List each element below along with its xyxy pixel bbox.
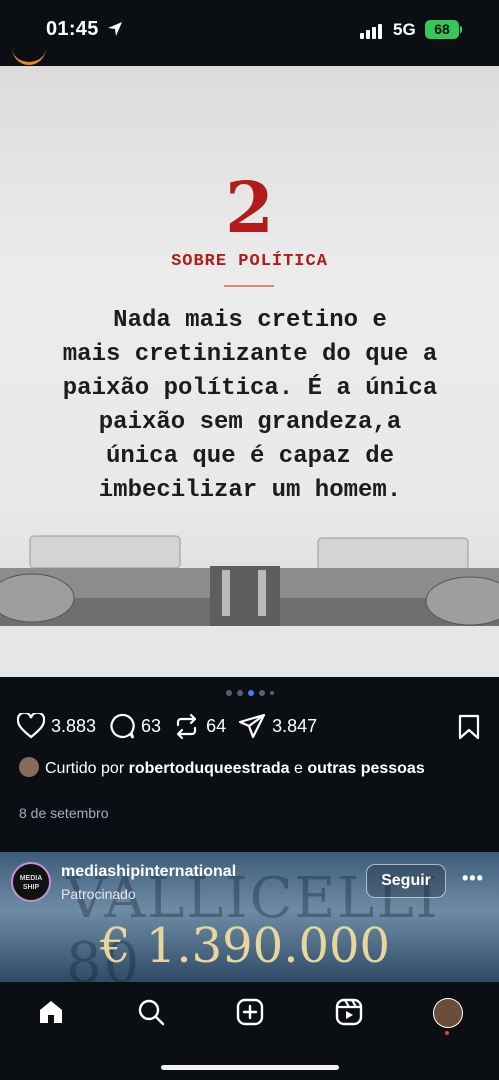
share-button[interactable]: 3.847 bbox=[238, 713, 317, 740]
liked-by-prefix: Curtido por bbox=[45, 760, 125, 777]
heart-icon bbox=[17, 713, 45, 739]
quote-line: mais cretinizante do que a bbox=[62, 341, 438, 368]
home-icon[interactable] bbox=[37, 998, 65, 1026]
battery-level: 68 bbox=[434, 21, 450, 37]
comment-button[interactable]: 63 bbox=[108, 713, 161, 740]
ad-account-avatar[interactable]: MEDIA SHIP bbox=[11, 862, 51, 902]
carousel-dot bbox=[269, 691, 274, 695]
repost-button[interactable]: 64 bbox=[173, 713, 226, 740]
battery-tip bbox=[460, 26, 462, 33]
divider bbox=[224, 285, 274, 287]
post-actions: 3.883 63 64 3.847 bbox=[17, 712, 329, 740]
reels-icon[interactable] bbox=[335, 998, 363, 1026]
share-count: 3.847 bbox=[272, 715, 318, 736]
quote-text: Nada mais cretino e mais cretinizante do… bbox=[30, 304, 470, 508]
carousel-dot bbox=[236, 690, 243, 696]
sponsored-label: Patrocinado bbox=[61, 886, 136, 902]
quote-line: paixão política. É a única bbox=[62, 375, 438, 402]
quote-number: 2 bbox=[225, 166, 274, 249]
more-options-icon[interactable]: ••• bbox=[462, 868, 484, 889]
bookmark-icon[interactable] bbox=[457, 714, 481, 740]
post-date: 8 de setembro bbox=[19, 805, 109, 821]
quote-topic: SOBRE POLÍTICA bbox=[171, 252, 328, 271]
profile-avatar[interactable] bbox=[433, 998, 463, 1028]
carousel-indicator bbox=[0, 690, 499, 696]
like-count: 3.883 bbox=[51, 715, 97, 736]
carousel-dot-active bbox=[247, 690, 254, 696]
status-bar: 01:45 5G 68 bbox=[0, 0, 499, 65]
comment-count: 63 bbox=[141, 715, 162, 736]
home-indicator[interactable] bbox=[161, 1065, 339, 1070]
ad-price: € 1.390.000 bbox=[100, 918, 391, 974]
location-arrow-icon bbox=[108, 22, 122, 36]
status-time: 01:45 bbox=[46, 18, 99, 40]
repost-count: 64 bbox=[206, 715, 227, 736]
liked-by-connector: e bbox=[293, 760, 303, 777]
battery-icon: 68 bbox=[425, 20, 459, 39]
repost-icon bbox=[176, 713, 197, 739]
network-type: 5G bbox=[393, 20, 416, 39]
notification-dot bbox=[445, 1031, 449, 1035]
like-button[interactable]: 3.883 bbox=[17, 713, 96, 739]
search-icon[interactable] bbox=[137, 998, 165, 1026]
liker-username[interactable]: robertoduqueestrada bbox=[129, 760, 290, 777]
carousel-dot bbox=[225, 690, 232, 696]
ad-logo-text: MEDIA SHIP bbox=[19, 875, 43, 891]
liker-avatar bbox=[19, 757, 39, 777]
liked-by-others[interactable]: outras pessoas bbox=[307, 760, 424, 777]
create-icon[interactable] bbox=[236, 998, 264, 1026]
carousel-dot bbox=[258, 690, 265, 696]
quote-line: paixão sem grandeza,a bbox=[98, 409, 402, 436]
follow-button[interactable]: Seguir bbox=[366, 864, 446, 898]
sponsored-post[interactable]: VALLICELLI 80 € 1.390.000 MEDIA SHIP med… bbox=[0, 852, 499, 982]
quote-line: Nada mais cretino e bbox=[113, 307, 387, 334]
quote-line: única que é capaz de bbox=[105, 443, 395, 470]
previous-post-avatar[interactable] bbox=[12, 48, 46, 65]
signal-icon bbox=[360, 24, 382, 39]
ad-account-name[interactable]: mediashipinternational bbox=[61, 863, 236, 881]
typewriter-illustration bbox=[0, 535, 499, 677]
liked-by[interactable]: Curtido por robertoduqueestrada e outras… bbox=[19, 757, 489, 780]
send-icon bbox=[239, 713, 266, 738]
post-image[interactable]: 2 SOBRE POLÍTICA Nada mais cretino e mai… bbox=[0, 66, 499, 677]
comment-icon bbox=[110, 713, 135, 739]
quote-line: imbecilizar um homem. bbox=[98, 477, 402, 504]
